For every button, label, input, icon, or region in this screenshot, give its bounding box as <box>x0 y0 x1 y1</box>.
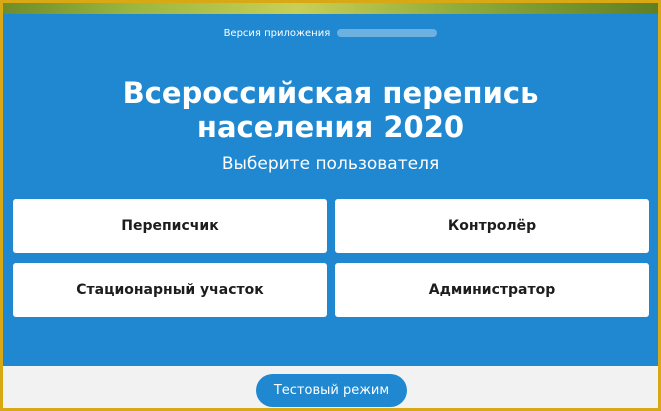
enumerator-button-label: Переписчик <box>121 218 219 234</box>
test-mode-label: Тестовый режим <box>273 383 390 398</box>
administrator-button[interactable]: Администратор <box>335 263 649 317</box>
controller-button-label: Контролёр <box>447 218 537 234</box>
version-value-blurred <box>337 29 438 37</box>
title-line-1: Всероссийская перепись <box>122 76 539 110</box>
page-title: Всероссийская перепись населения 2020 <box>3 76 658 144</box>
stationary-site-button-label: Стационарный участок <box>76 282 264 298</box>
background-strip <box>0 0 661 14</box>
app-version: Версия приложения <box>3 28 658 39</box>
app-screen: Версия приложения Всероссийская перепись… <box>3 14 658 366</box>
version-label: Версия приложения <box>223 28 331 39</box>
stationary-site-button[interactable]: Стационарный участок <box>13 263 327 317</box>
title-line-2: населения 2020 <box>196 110 465 144</box>
enumerator-button[interactable]: Переписчик <box>13 199 327 253</box>
test-mode-button[interactable]: Тестовый режим <box>256 374 407 407</box>
administrator-button-label: Администратор <box>428 282 556 298</box>
controller-button[interactable]: Контролёр <box>335 199 649 253</box>
subtitle: Выберите пользователя <box>221 154 440 174</box>
